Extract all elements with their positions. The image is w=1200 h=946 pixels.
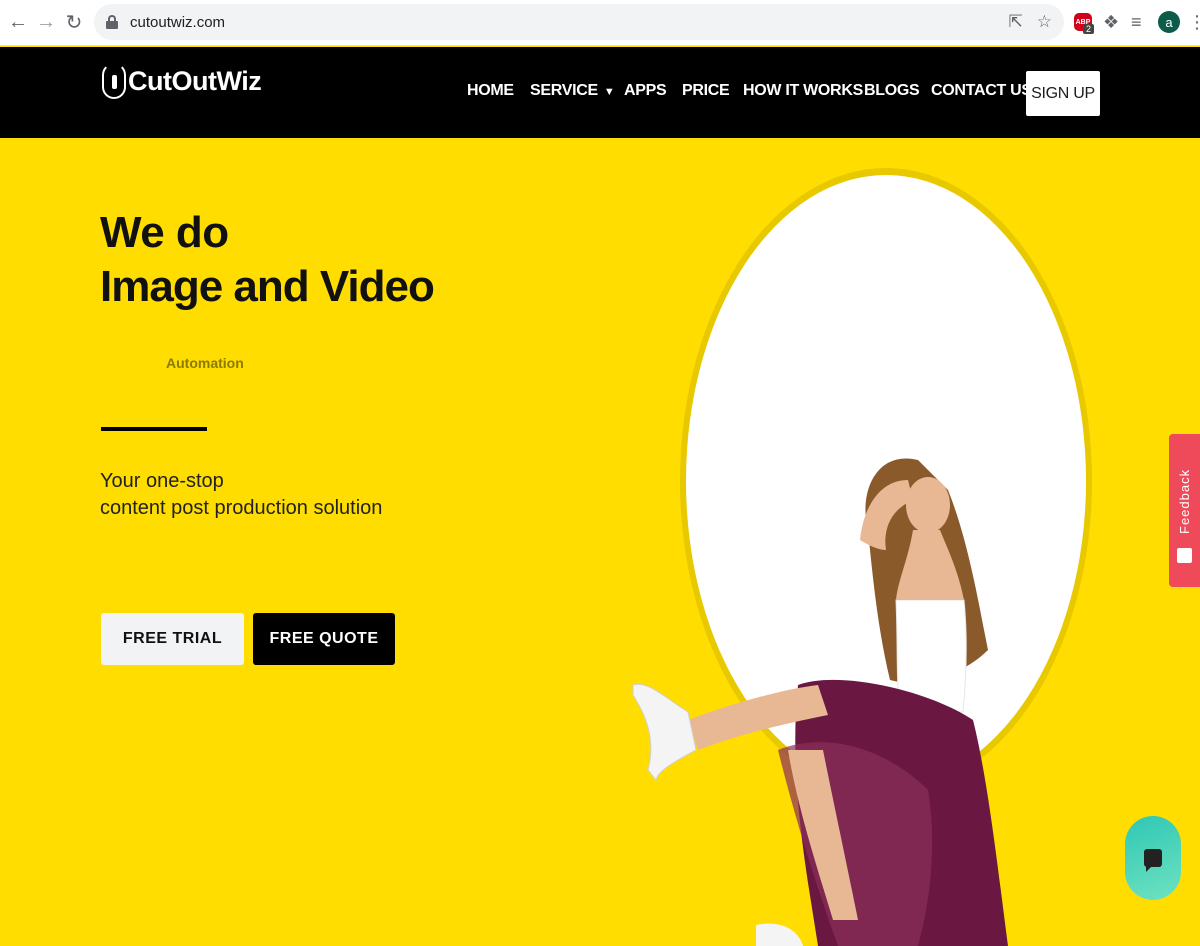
sign-up-button[interactable]: SIGN UP: [1026, 71, 1100, 116]
nav-price[interactable]: PRICE: [682, 82, 730, 100]
bookmark-star-icon[interactable]: ☆: [1037, 12, 1052, 32]
forward-arrow-icon[interactable]: →: [32, 9, 60, 37]
nav-service-label: SERVICE: [530, 82, 598, 99]
url-text[interactable]: cutoutwiz.com: [130, 14, 225, 31]
tagline-line1: Your one-stop: [100, 470, 224, 492]
back-arrow-icon[interactable]: ←: [4, 9, 32, 37]
reload-icon[interactable]: ↻: [60, 9, 88, 37]
site-header: CutOutWiz HOME SERVICE ▼ APPS PRICE HOW I…: [0, 47, 1200, 138]
more-menu-icon[interactable]: ⋮: [1188, 6, 1200, 38]
browser-toolbar: ← → ↻ cutoutwiz.com ⇱ ☆ ABP 2 ❖ ≡ a ⋮: [0, 0, 1200, 46]
adblock-count-badge: 2: [1083, 24, 1095, 34]
share-icon[interactable]: ⇱: [1009, 12, 1023, 32]
feedback-label: Feedback: [1177, 468, 1192, 534]
tagline-line2: content post production solution: [100, 497, 383, 519]
hero-rotating-word: Automation: [166, 355, 244, 371]
nav-service[interactable]: SERVICE ▼: [530, 82, 615, 100]
hero-heading-line1: We do: [100, 208, 229, 257]
nav-home[interactable]: HOME: [467, 82, 514, 100]
feedback-icon: [1177, 548, 1192, 563]
adblock-extension-icon[interactable]: ABP 2: [1074, 6, 1096, 38]
pen-nib-logo-icon: [102, 63, 126, 99]
free-quote-button[interactable]: FREE QUOTE: [253, 613, 395, 665]
hero-tagline: Your one-stop content post production so…: [100, 468, 382, 522]
lock-icon[interactable]: [106, 15, 118, 29]
hero-heading-line2: Image and Video: [100, 262, 435, 311]
free-trial-button[interactable]: FREE TRIAL: [101, 613, 244, 665]
chat-bubble-icon: [1144, 849, 1162, 872]
nav-apps[interactable]: APPS: [624, 82, 667, 100]
profile-avatar[interactable]: a: [1158, 11, 1180, 33]
media-playlist-icon[interactable]: ≡: [1131, 6, 1142, 38]
chevron-down-icon: ▼: [603, 86, 615, 98]
hero-divider: [101, 427, 207, 431]
address-bar[interactable]: cutoutwiz.com ⇱ ☆: [94, 4, 1064, 40]
nav-blogs[interactable]: BLOGS: [864, 82, 920, 100]
nav-how-it-works[interactable]: HOW IT WORKS: [743, 82, 863, 100]
chat-launcher-button[interactable]: [1125, 816, 1181, 900]
extensions-puzzle-icon[interactable]: ❖: [1103, 6, 1119, 38]
model-photo: [632, 458, 1008, 946]
site-logo[interactable]: CutOutWiz: [102, 63, 262, 99]
logo-text: CutOutWiz: [128, 65, 262, 96]
nav-contact-us[interactable]: CONTACT US: [931, 82, 1032, 100]
feedback-tab[interactable]: Feedback: [1169, 434, 1200, 587]
